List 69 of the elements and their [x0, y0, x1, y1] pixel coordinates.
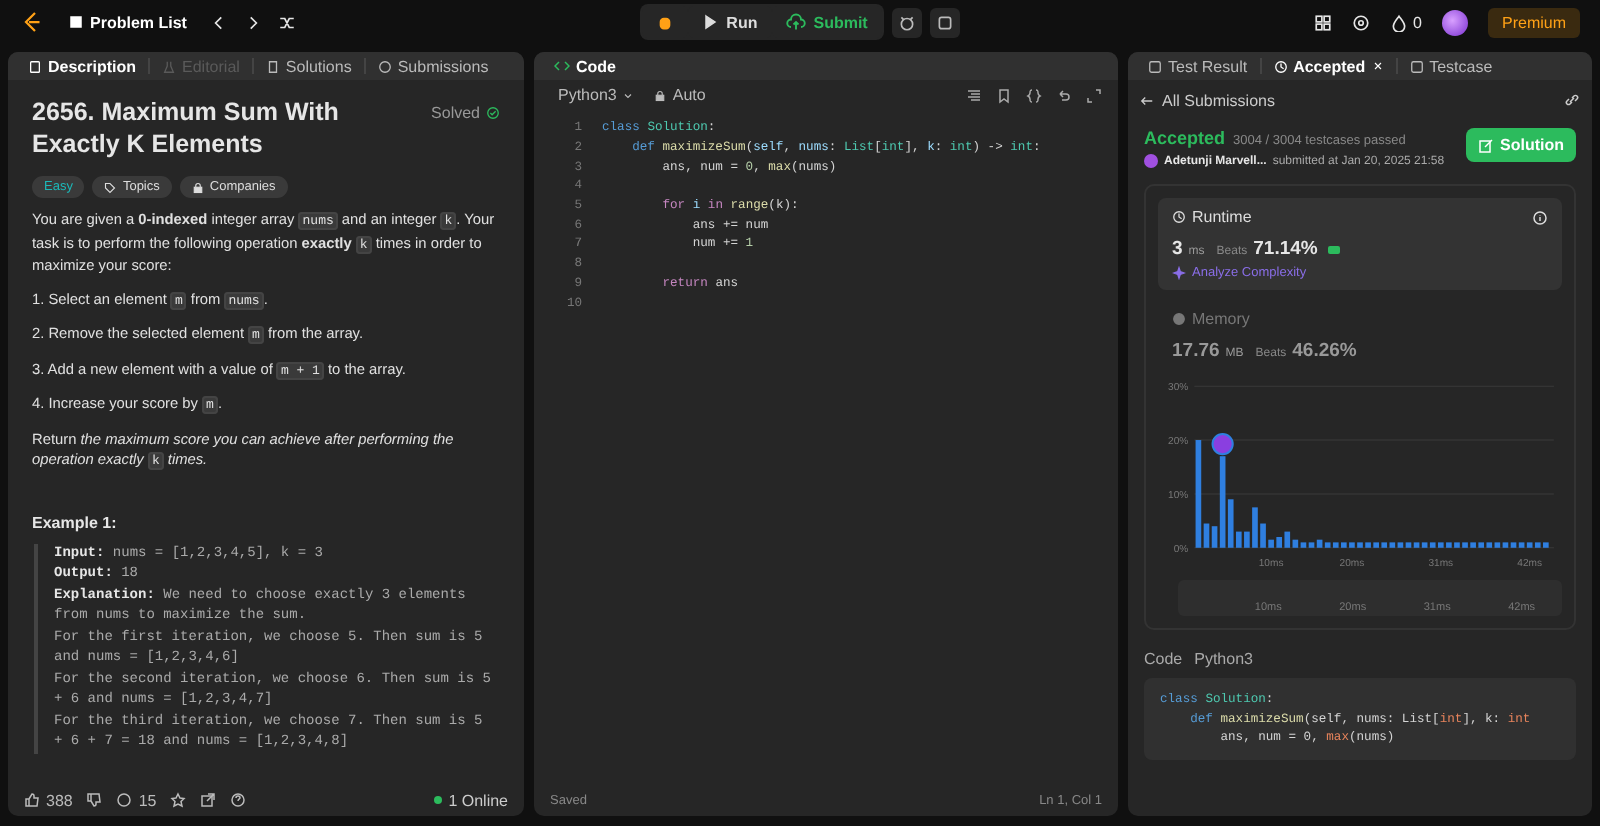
checkbox-icon: [1148, 59, 1162, 73]
runtime-label: Runtime: [1192, 208, 1252, 226]
checkbox-icon: [1409, 59, 1424, 73]
edit-icon: [1478, 137, 1494, 153]
like-count: 388: [46, 791, 73, 809]
language-label: Python3: [1194, 650, 1253, 668]
expand-icon: [1086, 87, 1102, 103]
avatar-marker: [1211, 432, 1234, 456]
braces-icon: [1026, 87, 1042, 103]
note-icon: [935, 13, 954, 31]
tag-icon: [104, 181, 117, 193]
comment-count: 15: [138, 791, 157, 809]
share-icon: [200, 792, 217, 808]
panel-tab[interactable]: Description: [20, 57, 145, 75]
memory-percentile: 46.26%: [1292, 340, 1357, 362]
streak-count: 0: [1413, 13, 1422, 31]
info-icon: [1532, 209, 1548, 225]
runtime-value: 3: [1172, 238, 1183, 260]
close-icon[interactable]: [1371, 60, 1384, 72]
shuffle-icon: [278, 13, 297, 31]
panel-tab[interactable]: Accepted: [1265, 57, 1392, 75]
bookmark-icon: [996, 87, 1012, 103]
undo-icon: [1056, 87, 1072, 103]
star-icon: [170, 792, 187, 808]
settings-icon: [1351, 13, 1370, 31]
back-link[interactable]: All Submissions: [1162, 91, 1275, 109]
mode-label: Auto: [672, 86, 706, 104]
panel-tab[interactable]: Testcase: [1401, 57, 1501, 75]
problem-title: 2656. Maximum Sum With Exactly K Elements: [32, 96, 341, 160]
online-dot: [434, 796, 443, 804]
panel-tab[interactable]: Solutions: [257, 57, 360, 75]
panel-tab[interactable]: Submissions: [369, 57, 497, 75]
user-avatar: [1144, 154, 1158, 168]
clock-icon: [1172, 210, 1186, 224]
flask-icon: [162, 59, 177, 73]
badge-icon: [1327, 246, 1340, 254]
lock-icon: [654, 89, 667, 101]
document-icon: [28, 59, 42, 73]
thumbs-up-icon: [24, 792, 40, 808]
memory-label: Memory: [1192, 310, 1250, 328]
code-icon: [554, 58, 570, 74]
lock-icon: [191, 181, 204, 193]
chevron-down-icon: [622, 89, 635, 101]
cloud-upload-icon: [785, 12, 806, 32]
grid-icon: [1313, 13, 1332, 31]
solved-status: Solved: [431, 104, 500, 122]
memory-value: 17.76: [1172, 340, 1220, 362]
sparkle-icon: [1172, 266, 1186, 280]
avatar[interactable]: [1442, 9, 1468, 35]
panel-tab[interactable]: Test Result: [1140, 57, 1256, 75]
panel-title: Code: [546, 57, 624, 75]
language-dropdown[interactable]: Python3: [550, 86, 643, 104]
link-icon: [1564, 92, 1580, 108]
clock-icon: [1273, 59, 1288, 73]
alarm-icon: [897, 13, 916, 31]
list-icon: [68, 14, 84, 30]
problem-list-link[interactable]: Problem List: [60, 13, 195, 31]
premium-button[interactable]: Premium: [1488, 7, 1581, 37]
thumbs-down-icon: [86, 792, 103, 808]
arrow-left-icon: [1140, 93, 1154, 107]
play-icon: [702, 14, 719, 30]
help-icon: [230, 792, 247, 808]
online-count: 1 Online: [448, 791, 508, 809]
runtime-percentile: 71.14%: [1253, 238, 1318, 260]
verdict: Accepted: [1144, 128, 1226, 148]
example-heading: Example 1:: [32, 513, 119, 531]
check-circle-icon: [486, 106, 500, 120]
code-label: Code: [1144, 650, 1183, 668]
format-icon: [966, 87, 982, 103]
